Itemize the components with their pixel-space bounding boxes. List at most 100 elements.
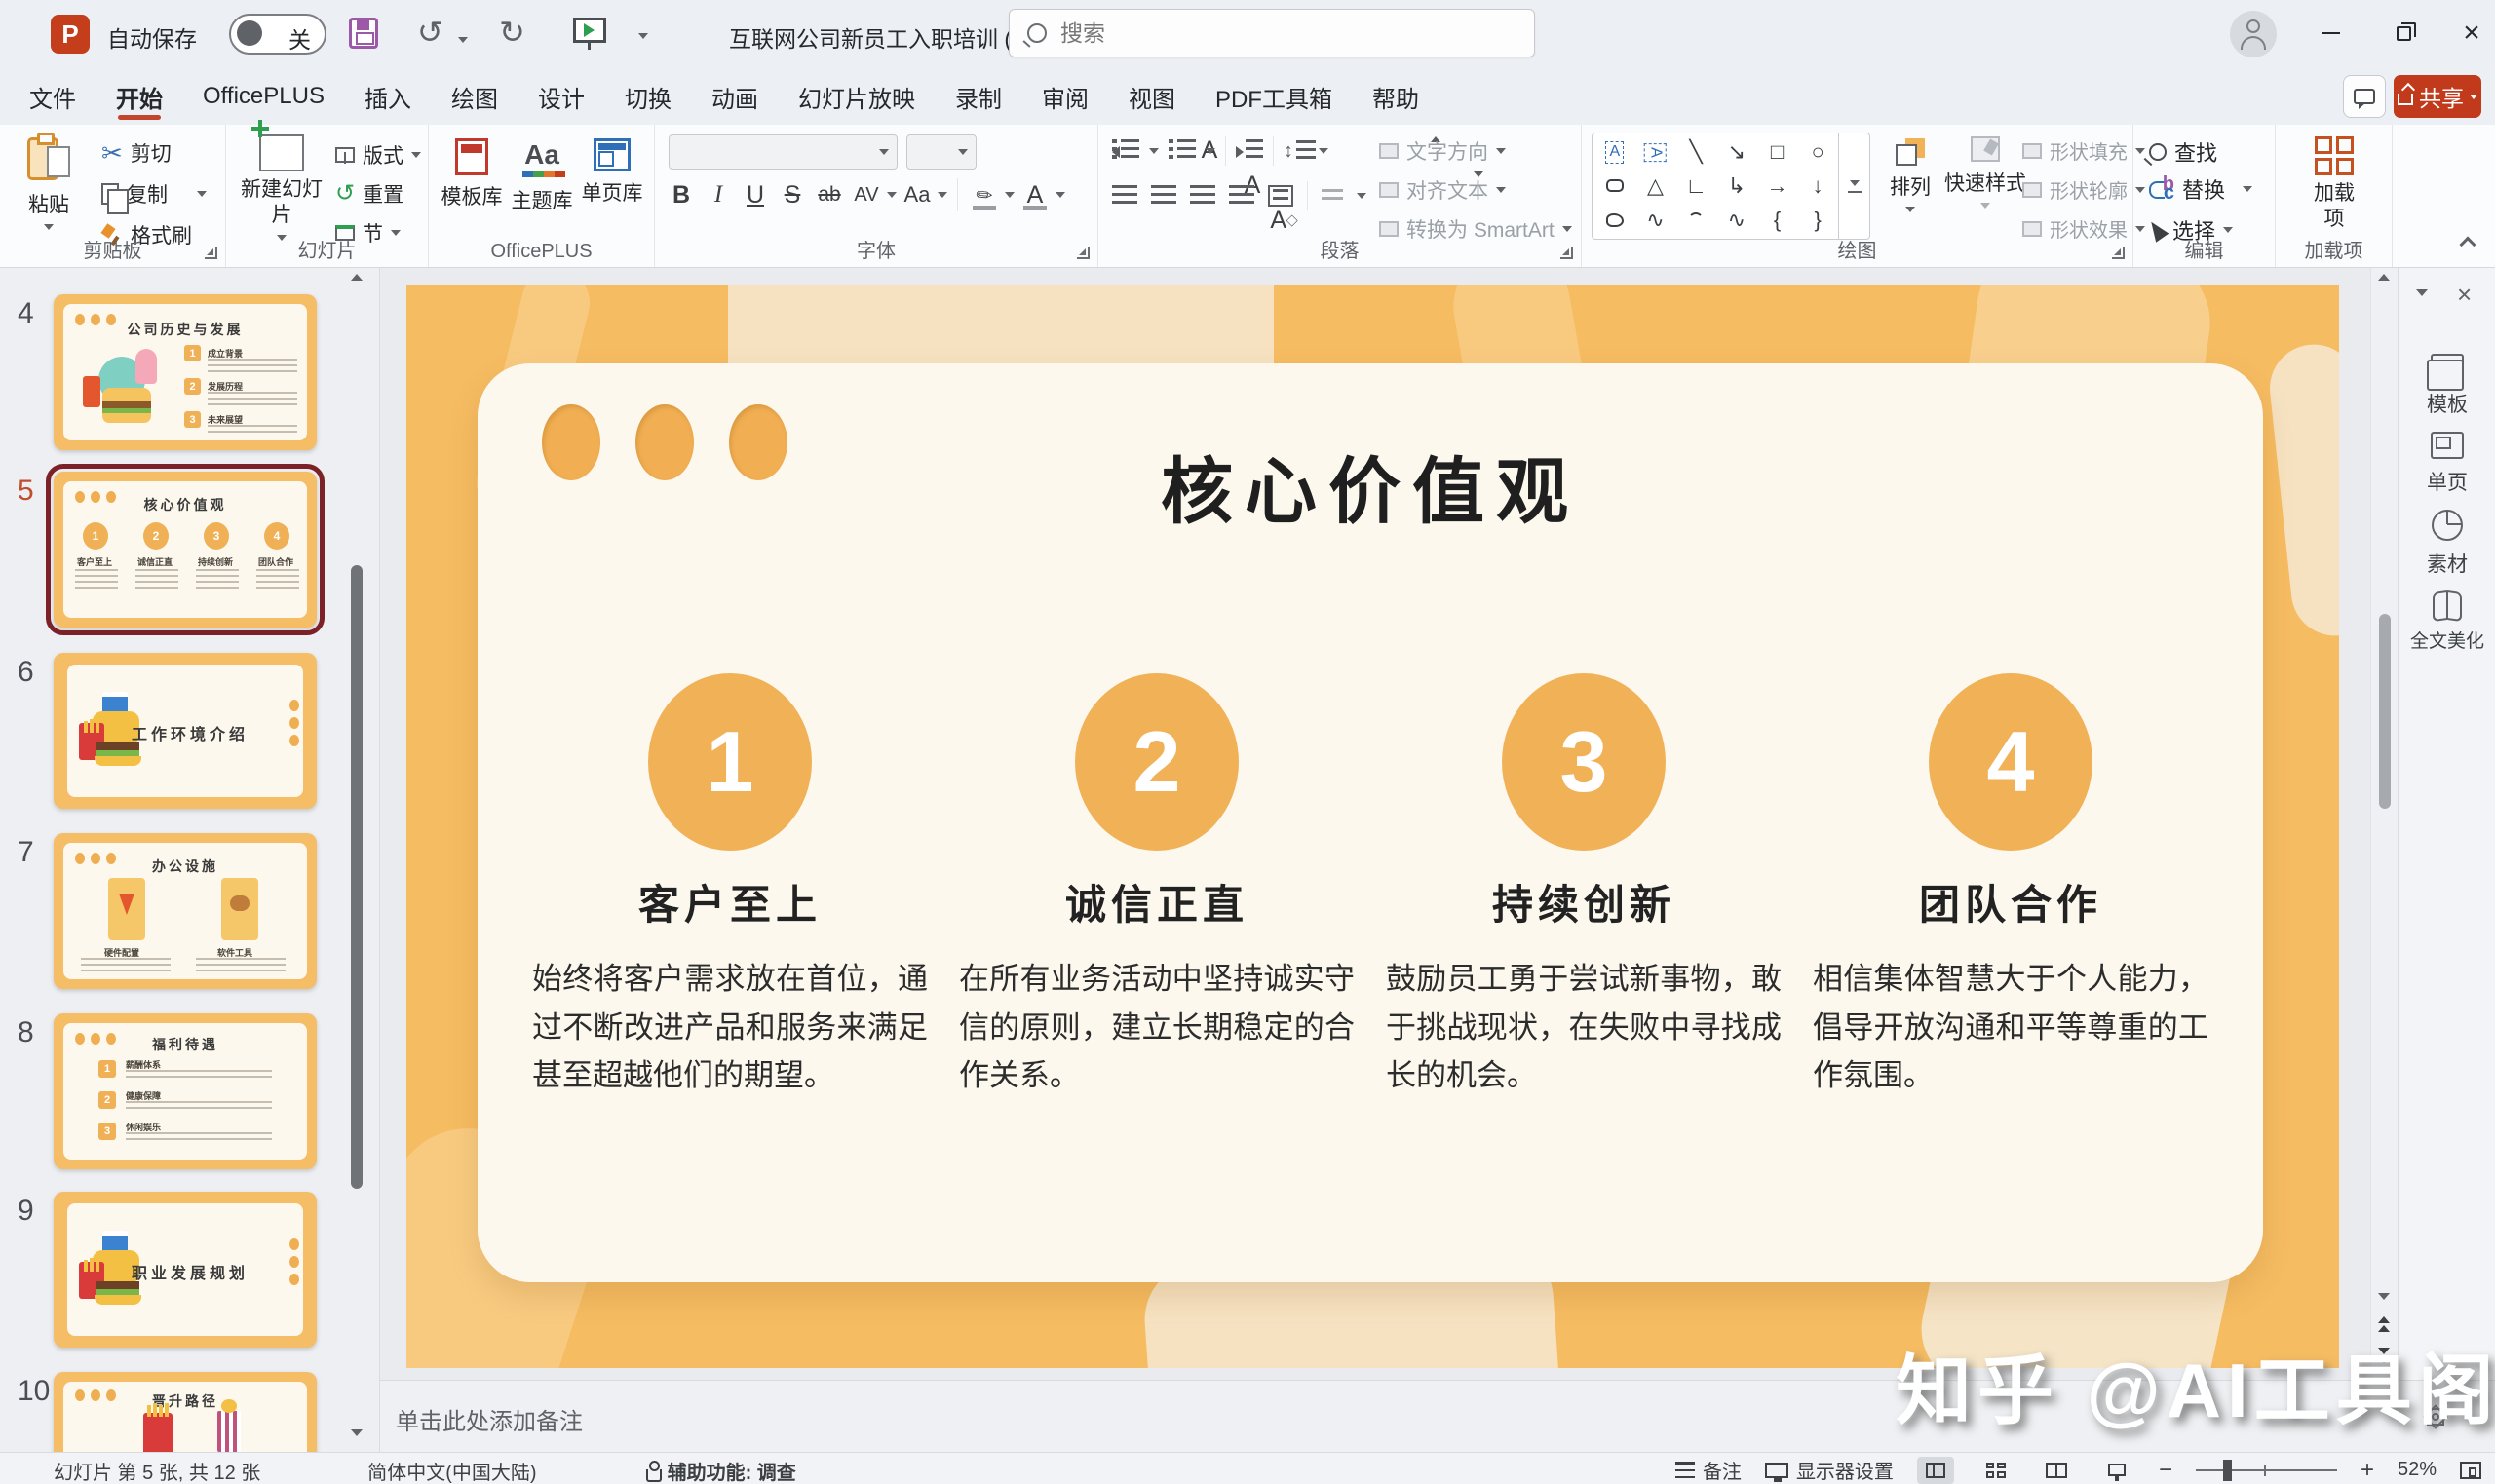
underline-button[interactable]: U — [739, 177, 772, 212]
slide-editing-area[interactable]: 核心价值观 1 客户至上 始终将客户需求放在首位，通过不断改进产品和服务来满足甚… — [406, 285, 2339, 1368]
sidebar-item-assets[interactable]: 素材 — [2399, 510, 2495, 578]
font-color-button[interactable]: A — [1018, 177, 1052, 212]
character-spacing-button[interactable]: AV — [850, 177, 883, 212]
numbering-icon[interactable] — [1169, 139, 1196, 163]
zoom-slider-thumb[interactable] — [2223, 1460, 2232, 1481]
shape-vertical-textbox-icon[interactable]: A — [1644, 143, 1667, 162]
language-indicator[interactable]: 简体中文(中国大陆) — [367, 1457, 536, 1484]
scroll-down-icon[interactable] — [351, 1429, 363, 1436]
zoom-out-button[interactable]: − — [2159, 1457, 2172, 1484]
quick-styles-button[interactable]: 快速样式 — [1944, 136, 2026, 209]
shape-rounded-rect-icon[interactable] — [1606, 179, 1624, 192]
italic-button[interactable]: I — [702, 177, 735, 212]
value-column-3[interactable]: 3 持续创新 鼓励员工勇于尝试新事物，敢于挑战现状，在失败中寻找成长的机会。 — [1370, 673, 1797, 1100]
shape-down-arrow-icon[interactable]: ↓ — [1797, 170, 1838, 204]
value-description[interactable]: 在所有业务活动中坚持诚实守信的原则，建立长期稳定的合作关系。 — [959, 955, 1355, 1100]
slide-thumbnail-5-selected[interactable]: 核心价值观 1 2 3 4 客户至上 诚信正直 持续创新 团队合作 — [54, 472, 317, 628]
slide-thumbnail-7[interactable]: 办公设施 硬件配置 软件工具 — [54, 833, 317, 989]
replace-button[interactable]: bc 替换 — [2149, 173, 2252, 205]
value-description[interactable]: 相信集体智慧大于个人能力，倡导开放沟通和平等尊重的工作氛围。 — [1813, 955, 2208, 1100]
font-name-combo[interactable] — [669, 134, 898, 170]
shape-gallery[interactable]: A A ╲ ↘ □ ○ △ ∟ ↳ → ↓ ∿ ∿ { } — [1592, 133, 1870, 240]
reset-button[interactable]: ↺ 重置 — [335, 179, 403, 209]
columns-chevron-icon[interactable] — [1357, 193, 1366, 199]
shape-outline-button[interactable]: 形状轮廓 — [2022, 175, 2145, 204]
character-spacing-chevron-icon[interactable] — [887, 192, 897, 198]
cut-button[interactable]: ✂ 剪切 — [101, 138, 172, 168]
slide-thumbnail-10[interactable]: 晋升路径 — [54, 1372, 317, 1452]
value-name[interactable]: 诚信正直 — [1065, 872, 1248, 932]
close-button[interactable]: × — [2452, 16, 2491, 51]
find-button[interactable]: 查找 — [2149, 136, 2217, 168]
shape-curve-icon[interactable]: ∿ — [1716, 203, 1757, 237]
shape-fill-button[interactable]: 形状填充 — [2022, 136, 2145, 165]
sidebar-item-templates[interactable]: 模板 — [2399, 354, 2495, 418]
notes-toggle-button[interactable]: 备注 — [1675, 1456, 1742, 1484]
redo-icon[interactable]: ↻ — [499, 14, 525, 51]
sidebar-close-icon[interactable]: × — [2457, 280, 2472, 310]
slide-counter[interactable]: 幻灯片 第 5 张, 共 12 张 — [54, 1457, 260, 1484]
layout-button[interactable]: 版式 — [335, 140, 421, 170]
shape-right-arrow-icon[interactable]: → — [1757, 170, 1798, 204]
scroll-up-icon[interactable] — [351, 274, 363, 281]
avatar[interactable] — [2230, 11, 2277, 57]
value-name[interactable]: 团队合作 — [1919, 872, 2102, 932]
display-settings-button[interactable]: 显示器设置 — [1765, 1456, 1894, 1484]
drawing-dialog-launcher[interactable] — [2112, 247, 2125, 259]
change-case-button[interactable]: Aa — [901, 177, 934, 212]
powerpoint-logo-icon[interactable]: P — [51, 15, 90, 54]
shape-rectangle-icon[interactable]: □ — [1757, 135, 1798, 170]
shape-oval-icon[interactable]: ○ — [1797, 135, 1838, 170]
shape-gallery-scroll[interactable] — [1838, 133, 1869, 239]
highlight-button[interactable]: ✎ — [968, 177, 1001, 212]
main-scroll-down-icon[interactable] — [2378, 1293, 2390, 1300]
tab-record[interactable]: 录制 — [955, 68, 1002, 125]
shape-right-brace-icon[interactable]: } — [1797, 203, 1838, 237]
bullets-chevron-icon[interactable] — [1149, 148, 1159, 154]
font-color-chevron-icon[interactable] — [1056, 192, 1065, 198]
shape-scribble-icon[interactable]: ∿ — [1635, 203, 1676, 237]
align-text-button[interactable]: 对齐文本 — [1379, 175, 1506, 205]
slide-thumbnail-6[interactable]: 工作环境介绍 — [54, 653, 317, 809]
value-description[interactable]: 鼓励员工勇于尝试新事物，敢于挑战现状，在失败中寻找成长的机会。 — [1386, 955, 1782, 1100]
start-slideshow-icon[interactable] — [573, 18, 606, 43]
undo-icon[interactable]: ↺ — [417, 14, 443, 51]
notes-placeholder[interactable]: 单击此处添加备注 — [396, 1402, 583, 1436]
slideshow-view-button[interactable] — [2098, 1457, 2135, 1484]
tab-home[interactable]: 开始 — [116, 68, 163, 125]
tab-insert[interactable]: 插入 — [365, 68, 411, 125]
reading-view-button[interactable] — [2038, 1457, 2075, 1484]
shape-freeform-icon[interactable] — [1606, 213, 1624, 227]
clipboard-dialog-launcher[interactable] — [205, 247, 217, 259]
template-library-button[interactable]: 模板库 — [439, 138, 505, 210]
shape-textbox-icon[interactable]: A — [1605, 141, 1624, 164]
value-description[interactable]: 始终将客户需求放在首位，通过不断改进产品和服务来满足甚至超越他们的期望。 — [532, 955, 928, 1100]
sidebar-collapse-icon[interactable] — [2416, 289, 2428, 296]
minimize-button[interactable] — [2312, 16, 2351, 51]
bold-button[interactable]: B — [665, 177, 698, 212]
main-scrollbar-thumb[interactable] — [2379, 614, 2391, 809]
decrease-indent-icon[interactable] — [1112, 139, 1139, 163]
main-scrollbar[interactable] — [2370, 268, 2398, 1380]
value-column-4[interactable]: 4 团队合作 相信集体智慧大于个人能力，倡导开放沟通和平等尊重的工作氛围。 — [1797, 673, 2224, 1100]
sidebar-item-single-page[interactable]: 单页 — [2399, 432, 2495, 496]
thumbnail-scrollbar[interactable] — [347, 268, 366, 1452]
tab-view[interactable]: 视图 — [1129, 68, 1175, 125]
tab-design[interactable]: 设计 — [538, 68, 585, 125]
change-case-chevron-icon[interactable] — [938, 192, 947, 198]
add-remove-columns-icon[interactable] — [1322, 189, 1343, 203]
arrange-button[interactable]: 排列 — [1880, 136, 1940, 212]
font-dialog-launcher[interactable] — [1077, 247, 1090, 259]
paragraph-dialog-launcher[interactable] — [1560, 247, 1573, 259]
justify-icon[interactable] — [1229, 185, 1254, 207]
shape-line-icon[interactable]: ╲ — [1675, 135, 1716, 170]
zoom-slider[interactable] — [2196, 1469, 2337, 1471]
zoom-level[interactable]: 52% — [2398, 1459, 2437, 1481]
slide-title[interactable]: 核心价值观 — [478, 434, 2263, 538]
increase-indent-icon[interactable] — [1236, 139, 1263, 163]
shape-triangle-icon[interactable]: △ — [1635, 170, 1676, 204]
highlight-chevron-icon[interactable] — [1005, 192, 1015, 198]
shape-arc-icon[interactable] — [1688, 212, 1704, 228]
normal-view-button[interactable] — [1917, 1457, 1954, 1484]
new-slide-button[interactable]: 新建幻灯片 — [240, 134, 324, 241]
